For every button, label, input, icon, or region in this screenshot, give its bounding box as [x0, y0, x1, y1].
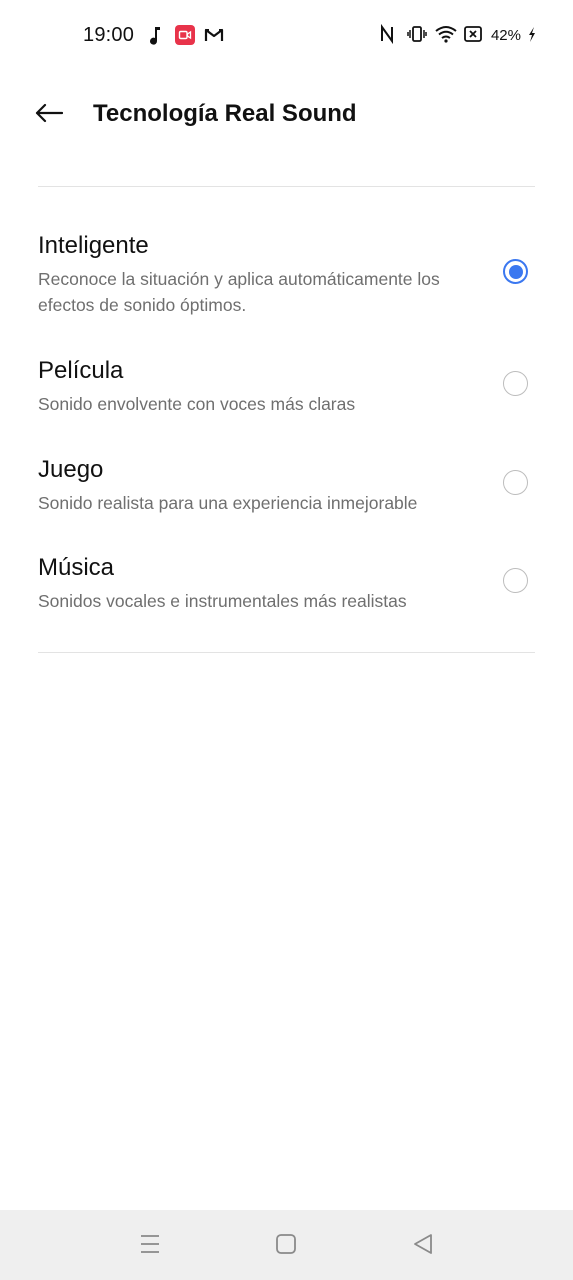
recents-button[interactable]: [136, 1232, 164, 1260]
back-button[interactable]: [32, 98, 66, 132]
top-divider: [38, 186, 535, 187]
back-nav-button[interactable]: [409, 1232, 437, 1260]
home-icon: [275, 1233, 297, 1260]
option-description: Reconoce la situación y aplica automátic…: [38, 269, 440, 315]
option-description: Sonido envolvente con voces más claras: [38, 394, 356, 414]
option-inteligente[interactable]: Inteligente Reconoce la situación y apli…: [0, 232, 573, 324]
arrow-left-icon: [35, 103, 64, 128]
back-triangle-icon: [412, 1233, 434, 1260]
radio-button[interactable]: [503, 568, 528, 593]
option-title: Juego: [38, 456, 104, 483]
no-sim-icon: [463, 24, 483, 46]
screen: 19:00 42% Tecnología Real Sound Intelige…: [0, 0, 573, 1280]
option-description: Sonidos vocales e instrumentales más rea…: [38, 591, 407, 611]
option-musica[interactable]: Música Sonidos vocales e instrumentales …: [0, 554, 573, 618]
status-right-icons: 42%: [379, 23, 537, 46]
vibrate-icon: [407, 24, 427, 46]
radio-button-selected[interactable]: [503, 259, 528, 284]
music-note-icon: [146, 25, 166, 47]
option-description: Sonido realista para una experiencia inm…: [38, 493, 418, 513]
header: Tecnología Real Sound: [0, 90, 573, 140]
bottom-divider: [38, 652, 535, 653]
battery-charging-icon: [527, 24, 537, 46]
home-button[interactable]: [272, 1232, 300, 1260]
option-title: Inteligente: [38, 232, 149, 259]
nfc-icon: [379, 23, 399, 46]
radio-button[interactable]: [503, 470, 528, 495]
status-bar: 19:00 42%: [0, 0, 573, 72]
option-title: Película: [38, 357, 124, 384]
page-title: Tecnología Real Sound: [93, 100, 357, 127]
status-left-icons: [146, 25, 224, 47]
menu-icon: [139, 1233, 161, 1260]
option-title: Música: [38, 554, 115, 581]
screen-record-icon: [175, 25, 195, 47]
gmail-icon: [204, 25, 224, 47]
radio-button[interactable]: [503, 371, 528, 396]
battery-percentage: 42%: [490, 26, 521, 44]
wifi-icon: [435, 24, 457, 46]
status-time: 19:00: [83, 24, 135, 46]
option-pelicula[interactable]: Película Sonido envolvente con voces más…: [0, 357, 573, 421]
option-juego[interactable]: Juego Sonido realista para una experienc…: [0, 456, 573, 520]
navigation-bar: [0, 1210, 573, 1280]
